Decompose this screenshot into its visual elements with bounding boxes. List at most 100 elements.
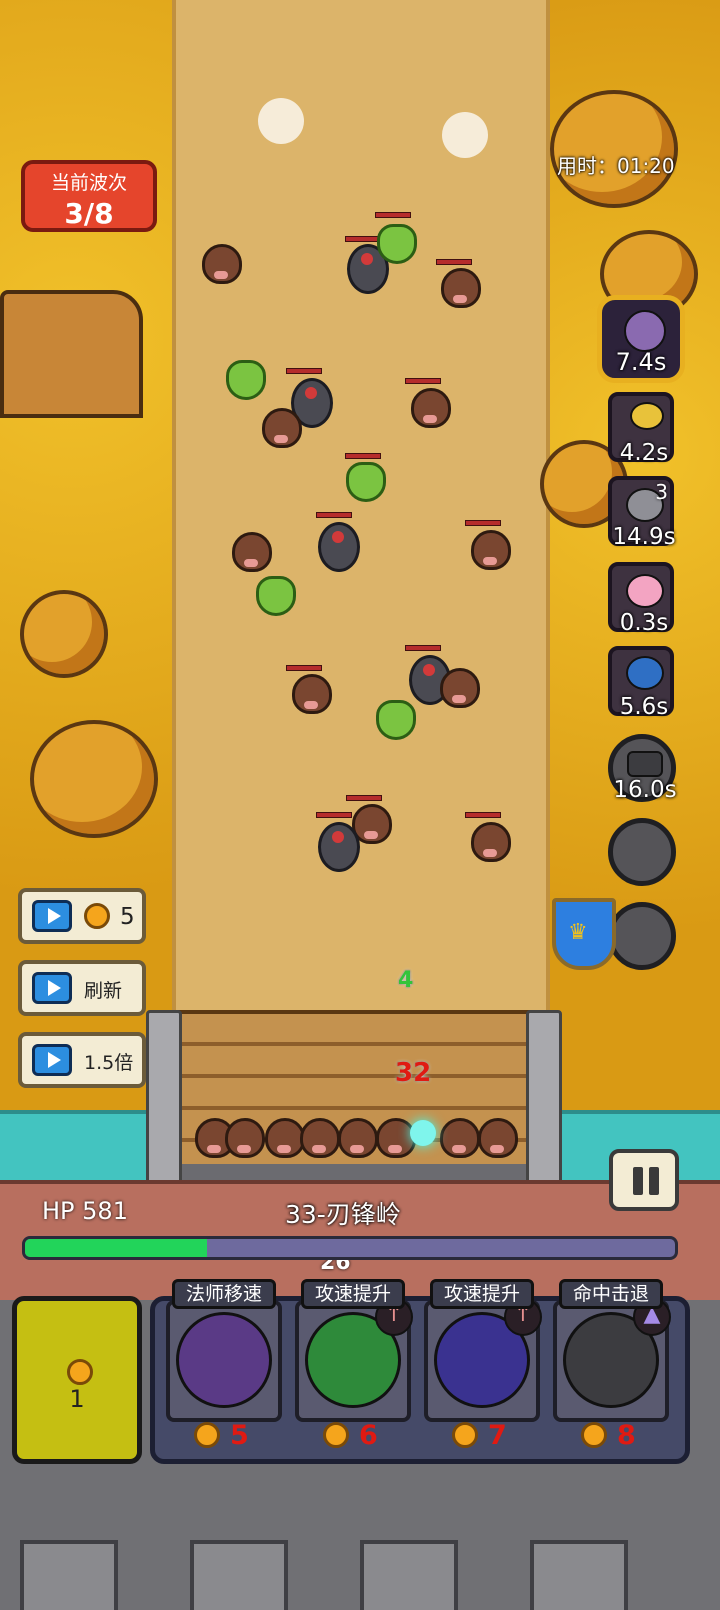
enemy-health-bar [316,512,352,518]
crown-icon: ♛ [568,920,588,945]
upgrade-title: 攻速提升 [430,1279,534,1309]
goblin-enemy [346,462,386,502]
video-play-icon [32,900,72,932]
skill-cooldown: 5.6s [619,694,669,720]
empty-skill-slot[interactable] [608,902,676,970]
watch-ad-refresh-button[interactable]: 刷新 [18,960,146,1016]
skill-cooldown: 7.4s [615,348,667,376]
autumn-tree [30,720,158,838]
battlement [360,1540,458,1610]
skill-slot-dark-mage[interactable]: 7.4s [597,295,685,383]
pause-icon-bar [649,1167,659,1195]
enemy-health-bar [465,812,501,818]
wave-title: 当前波次 [50,172,127,194]
goblin-enemy [256,576,296,616]
cost-value: 5 [230,1420,249,1451]
pause-icon [633,1167,643,1195]
coin-icon [452,1422,478,1448]
skill-slot-viking[interactable]: 3 14.9s [608,476,676,550]
cost-value: 8 [617,1420,636,1451]
skill-slot-wizard[interactable]: 5.6s [608,646,674,720]
coin-icon [67,1359,93,1385]
winged-boot-icon [176,1312,272,1408]
boar-enemy [411,388,451,428]
spider-enemy [318,522,360,572]
battlement [530,1540,628,1610]
boar-enemy [265,1118,305,1158]
magic-orb [410,1120,436,1146]
coin-icon [323,1422,349,1448]
chain-post-left [146,1010,182,1206]
enemy-health-bar [436,259,472,265]
heal-number: 4 [398,968,414,993]
upgrade-card-wizard-attack-speed[interactable]: ↑ [424,1298,542,1422]
boar-enemy [478,1118,518,1158]
farm-house [0,290,143,418]
level-name: 33-刃锋岭 [285,1200,401,1229]
blue-wizard-icon [626,656,664,690]
video-play-icon [32,972,72,1004]
boar-enemy [440,1118,480,1158]
gold-value: 1 [69,1385,85,1413]
boar-enemy [300,1118,340,1158]
skill-charge-count: 3 [655,480,668,504]
enemy-health-bar [405,378,441,384]
boar-enemy [292,674,332,714]
coin-icon [84,903,110,929]
skill-cooldown: 4.2s [619,440,669,466]
skill-slot-nurse[interactable]: 0.3s [608,562,674,636]
upgrade-card-knockback[interactable]: ▲ [553,1298,671,1422]
upgrade-card-archer-attack-speed[interactable]: ↑ [295,1298,413,1422]
upgrade-title: 命中击退 [559,1279,663,1309]
ad-coin-reward: 5 [120,904,135,930]
empty-skill-slot[interactable] [608,818,676,886]
coin-icon [581,1422,607,1448]
enemy-health-bar [375,212,411,218]
elapsed-timer: 用时：01:20 [557,154,675,178]
skill-cooldown: 16.0s [613,777,677,803]
game-stage: 32 4 26 当前波次 3/8 用时：01:20 7.4s 4.2s 3 14… [0,0,720,1610]
boar-enemy [471,530,511,570]
cost-value: 6 [359,1420,378,1451]
wave-value: 3/8 [64,197,114,230]
dark-mage-portrait-icon [624,310,666,352]
goblin-enemy [377,224,417,264]
video-play-icon [32,1044,72,1076]
boar-enemy [471,822,511,862]
wave-badge: 当前波次 3/8 [21,160,157,232]
refresh-label: 刷新 [84,980,123,1002]
upgrade-title: 攻速提升 [301,1279,405,1309]
gold-counter: 1 [12,1296,142,1464]
boar-enemy [225,1118,265,1158]
upgrade-title: 法师移速 [172,1279,276,1309]
boar-enemy [440,668,480,708]
spawn-smoke [258,98,304,144]
spider-enemy [318,822,360,872]
enemy-health-bar [465,520,501,526]
speed-label: 1.5倍 [84,1052,134,1074]
boar-enemy [441,268,481,308]
enemy-health-bar [346,795,382,801]
base-health-fill [25,1239,207,1257]
battlement [190,1540,288,1610]
battlement [20,1540,118,1610]
skill-cooldown: 14.9s [612,524,676,550]
enemy-health-bar [286,368,322,374]
autumn-tree [550,90,678,208]
pause-button[interactable] [609,1149,679,1211]
skill-slot-farmer[interactable]: 4.2s [608,392,674,466]
skill-cooldown: 0.3s [619,610,669,636]
enemy-health-bar [345,453,381,459]
nurse-healer-icon [626,574,664,608]
boar-enemy [338,1118,378,1158]
enemy-health-bar [405,645,441,651]
skill-slot-cannon[interactable]: 16.0s [608,734,677,803]
watch-ad-coins-button[interactable]: 5 [18,888,146,944]
river-left [0,1110,160,1184]
dirt-road [172,0,550,1030]
autumn-tree [20,590,108,678]
enemy-health-bar [316,812,352,818]
upgrade-card-mage-speed[interactable] [166,1300,282,1422]
goblin-enemy [376,700,416,740]
watch-ad-speed-button[interactable]: 1.5倍 [18,1032,146,1088]
